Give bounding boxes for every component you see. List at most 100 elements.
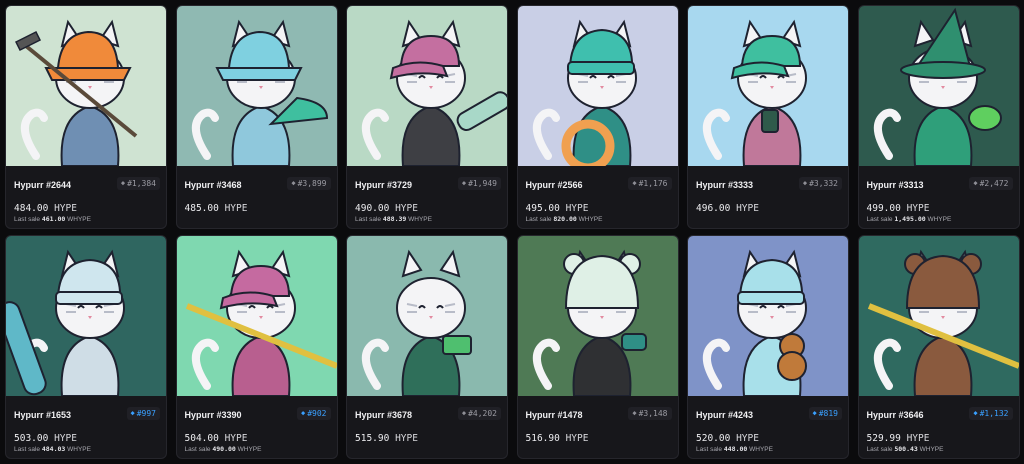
rank-value: #3,899 xyxy=(297,179,327,188)
nft-info: Hypurr #2566 ◆ #1,176 495.00 HYPE Last sale … xyxy=(518,167,678,228)
nft-info: Hypurr #2644 ◆ #1,384 484.00 HYPE Last sale … xyxy=(6,167,166,228)
rarity-rank-badge: ◆ #2,472 xyxy=(969,177,1013,190)
price: 516.90 HYPE xyxy=(526,433,589,444)
last-sale-unit: WHYPE xyxy=(749,446,773,453)
rarity-rank-badge: ◆ #997 xyxy=(126,407,160,420)
nft-name: Hypurr #3333 xyxy=(696,180,754,190)
diamond-icon: ◆ xyxy=(973,179,978,187)
last-sale-label: Last sale xyxy=(355,216,382,223)
nft-name: Hypurr #2644 xyxy=(14,180,72,190)
price-value: 520.00 xyxy=(696,433,731,444)
nft-card[interactable]: Hypurr #3646 ◆ #1,132 529.99 HYPE Last sale … xyxy=(857,235,1020,459)
diamond-icon: ◆ xyxy=(812,409,817,417)
price-value: 496.00 xyxy=(696,203,731,214)
price: 490.00 HYPE xyxy=(355,203,418,214)
last-sale: Last sale 461.00 WHYPE xyxy=(14,215,91,223)
price-unit: HYPE xyxy=(54,203,77,214)
nft-card[interactable]: Hypurr #3678 ◆ #4,202 515.90 HYPE xyxy=(346,235,508,459)
price-value: 515.90 xyxy=(355,433,390,444)
last-sale-unit: WHYPE xyxy=(408,216,432,223)
price: 496.00 HYPE xyxy=(696,203,759,214)
nft-info: Hypurr #3333 ◆ #3,332 496.00 HYPE xyxy=(688,167,848,228)
last-sale-value: 490.00 xyxy=(212,445,236,453)
price-value: 495.00 xyxy=(525,203,560,214)
nft-card[interactable]: Hypurr #4243 ◆ #819 520.00 HYPE Last sale 44… xyxy=(687,235,849,459)
nft-image[interactable] xyxy=(517,6,678,166)
nft-name: Hypurr #3313 xyxy=(866,180,924,190)
last-sale-value: 488.39 xyxy=(382,215,407,223)
diamond-icon: ◆ xyxy=(301,409,306,417)
price-unit: HYPE xyxy=(906,433,930,444)
price: 515.90 HYPE xyxy=(355,433,418,444)
last-sale-unit: WHYPE xyxy=(927,216,952,223)
rarity-rank-badge: ◆ #819 xyxy=(808,407,842,420)
rank-value: #4,202 xyxy=(468,409,497,418)
rarity-rank-badge: ◆ #4,202 xyxy=(457,407,501,420)
nft-image[interactable] xyxy=(858,236,1019,396)
last-sale: Last sale 448.00 WHYPE xyxy=(696,445,773,453)
nft-card[interactable]: Hypurr #3468 ◆ #3,899 485.00 HYPE xyxy=(175,5,338,229)
nft-image[interactable] xyxy=(688,6,848,166)
nft-grid: Hypurr #2644 ◆ #1,384 484.00 HYPE Last sale … xyxy=(0,0,1024,464)
price: 503.00 HYPE xyxy=(14,433,77,444)
diamond-icon: ◆ xyxy=(291,179,296,187)
nft-name: Hypurr #2566 xyxy=(525,180,583,190)
nft-image[interactable] xyxy=(347,236,507,396)
rank-value: #3,148 xyxy=(638,409,668,418)
rank-value: #997 xyxy=(136,409,156,418)
nft-image[interactable] xyxy=(6,6,166,166)
nft-info: Hypurr #1478 ◆ #3,148 516.90 HYPE xyxy=(518,397,678,458)
nft-card[interactable]: Hypurr #3390 ◆ #902 504.00 HYPE Last sale 49… xyxy=(175,235,338,459)
nft-card[interactable]: Hypurr #3729 ◆ #1,949 490.00 HYPE Last sale … xyxy=(346,5,508,229)
nft-name: Hypurr #3646 xyxy=(866,410,924,420)
rank-value: #902 xyxy=(307,409,327,418)
rarity-rank-badge: ◆ #1,384 xyxy=(116,177,160,190)
nft-image[interactable] xyxy=(858,6,1019,166)
rarity-rank-badge: ◆ #1,176 xyxy=(628,177,672,190)
last-sale-label: Last sale xyxy=(696,446,723,453)
nft-name: Hypurr #3729 xyxy=(355,180,413,190)
price-unit: HYPE xyxy=(54,433,77,444)
diamond-icon: ◆ xyxy=(120,179,126,187)
nft-card[interactable]: Hypurr #3333 ◆ #3,332 496.00 HYPE xyxy=(687,5,849,229)
nft-image[interactable] xyxy=(347,6,507,166)
nft-card[interactable]: Hypurr #2644 ◆ #1,384 484.00 HYPE Last sale … xyxy=(5,5,167,229)
rank-value: #819 xyxy=(818,409,838,418)
nft-card[interactable]: Hypurr #1478 ◆ #3,148 516.90 HYPE xyxy=(516,235,679,459)
last-sale-value: 820.00 xyxy=(553,215,577,223)
nft-card[interactable]: Hypurr #1653 ◆ #997 503.00 HYPE Last sale 48… xyxy=(5,235,167,459)
rank-value: #1,384 xyxy=(127,179,156,188)
last-sale: Last sale 488.39 WHYPE xyxy=(355,215,432,223)
price-value: 484.00 xyxy=(14,203,49,214)
nft-info: Hypurr #3678 ◆ #4,202 515.90 HYPE xyxy=(347,397,507,458)
diamond-icon: ◆ xyxy=(632,179,637,187)
last-sale-unit: WHYPE xyxy=(67,216,91,223)
price-value: 503.00 xyxy=(14,433,49,444)
last-sale: Last sale 820.00 WHYPE xyxy=(526,215,603,223)
diamond-icon: ◆ xyxy=(632,409,637,417)
diamond-icon: ◆ xyxy=(130,409,135,417)
nft-name: Hypurr #3678 xyxy=(355,410,413,420)
nft-image[interactable] xyxy=(176,236,337,396)
nft-image[interactable] xyxy=(688,236,848,396)
price: 529.99 HYPE xyxy=(867,433,930,444)
nft-name: Hypurr #1478 xyxy=(525,410,583,420)
nft-card[interactable]: Hypurr #2566 ◆ #1,176 495.00 HYPE Last sale … xyxy=(516,5,679,229)
diamond-icon: ◆ xyxy=(461,409,467,417)
diamond-icon: ◆ xyxy=(973,409,978,417)
nft-image[interactable] xyxy=(6,236,166,396)
last-sale-unit: WHYPE xyxy=(237,446,262,453)
nft-image[interactable] xyxy=(517,236,678,396)
rarity-rank-badge: ◆ #902 xyxy=(297,407,331,420)
nft-card[interactable]: Hypurr #3313 ◆ #2,472 499.00 HYPE Last sale … xyxy=(857,5,1020,229)
last-sale-label: Last sale xyxy=(525,216,552,223)
price-unit: HYPE xyxy=(565,433,589,444)
nft-info: Hypurr #3729 ◆ #1,949 490.00 HYPE Last sale … xyxy=(347,167,507,228)
price: 504.00 HYPE xyxy=(185,433,248,444)
last-sale-value: 500.43 xyxy=(894,445,918,453)
diamond-icon: ◆ xyxy=(461,179,467,187)
nft-name: Hypurr #3390 xyxy=(184,410,242,420)
price: 485.00 HYPE xyxy=(185,203,248,214)
rarity-rank-badge: ◆ #1,132 xyxy=(969,407,1013,420)
nft-image[interactable] xyxy=(176,6,337,166)
